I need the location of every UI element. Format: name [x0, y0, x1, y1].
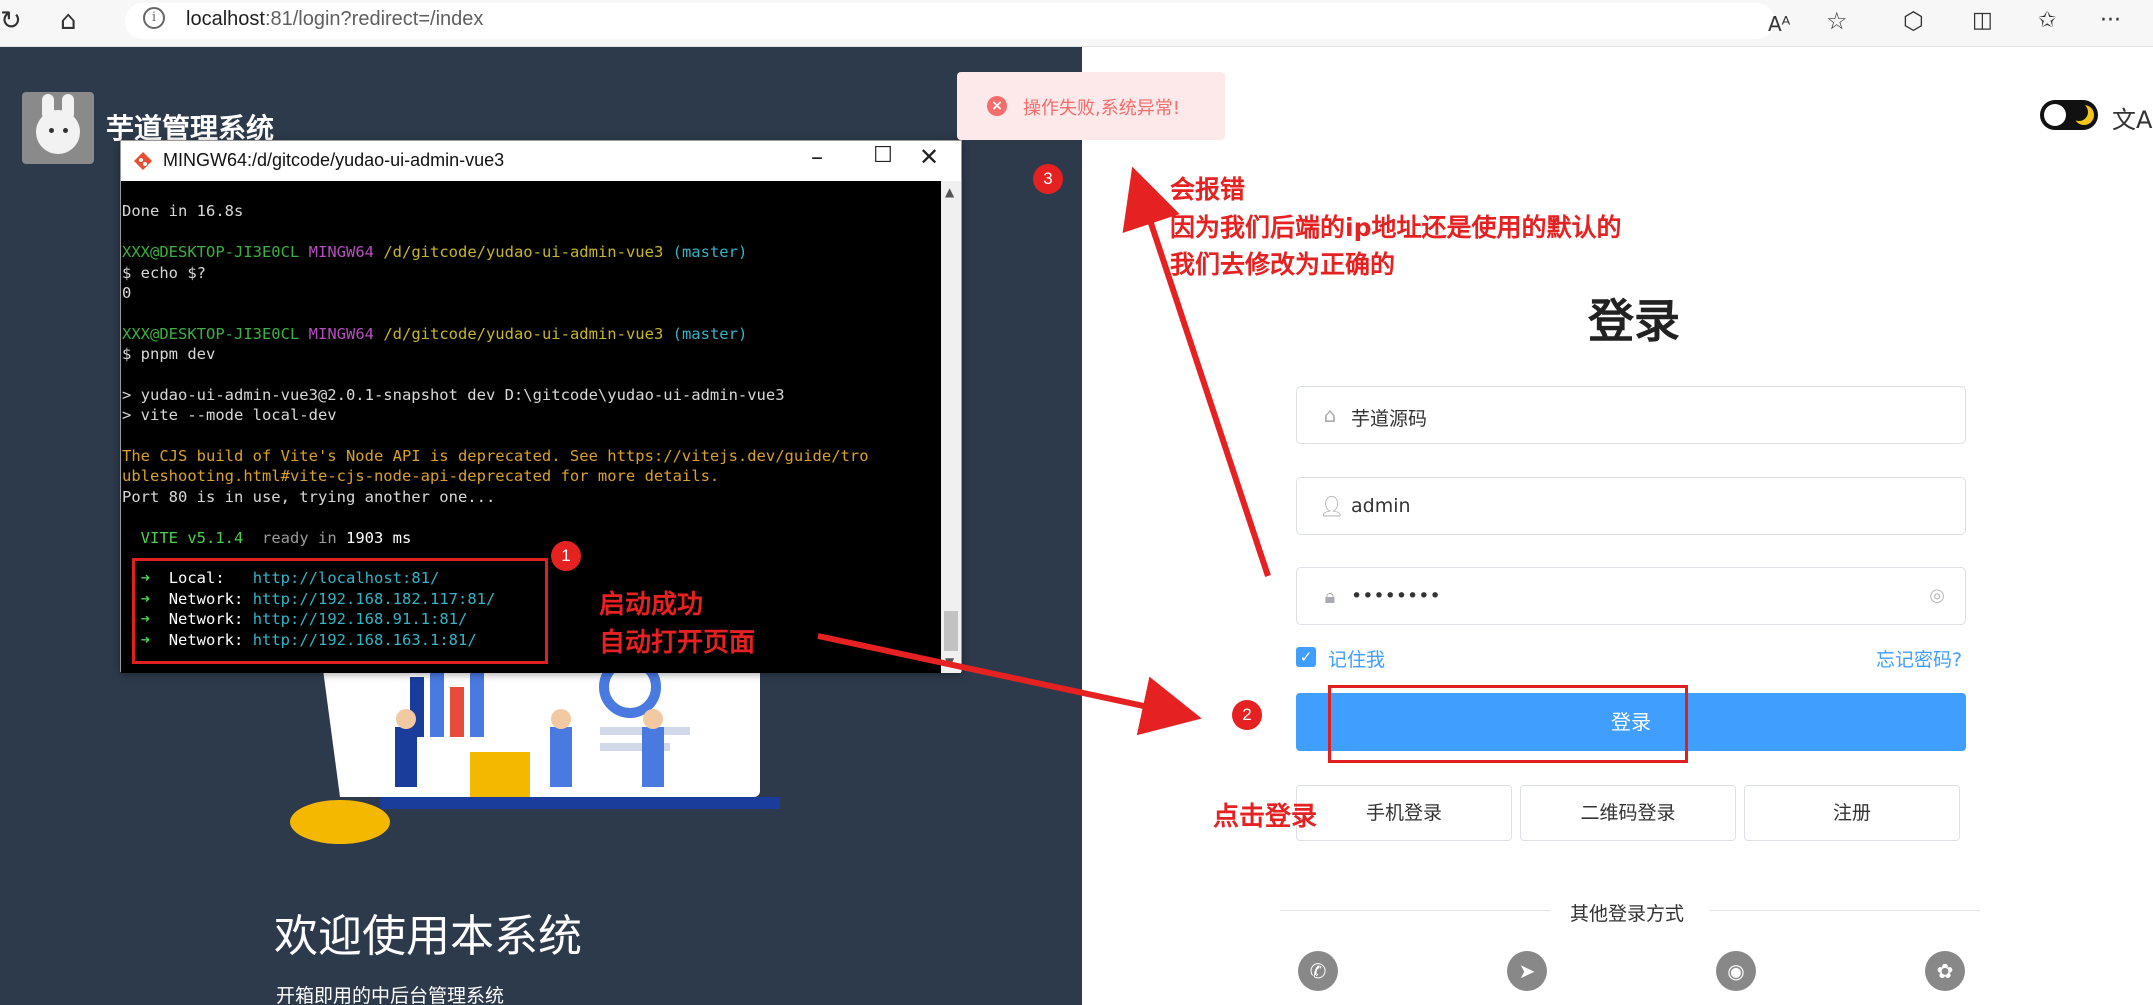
browser-toolbar: ↻ ⌂ i localhost:81/login?redirect=/index… — [0, 0, 2153, 47]
favorite-star-icon[interactable]: ☆ — [1826, 6, 1848, 36]
qr-login-button[interactable]: 二维码登录 — [1520, 785, 1736, 841]
dingtalk-icon[interactable]: ➤ — [1507, 951, 1547, 991]
register-button[interactable]: 注册 — [1744, 785, 1960, 841]
github-icon[interactable]: ◉ — [1716, 951, 1756, 991]
scroll-up-icon[interactable]: ▲ — [945, 185, 954, 199]
translate-icon[interactable]: 文A — [2112, 100, 2152, 135]
extensions-icon[interactable]: ⬡ — [1903, 6, 1924, 36]
terminal-line: 0 — [122, 283, 132, 302]
other-login-label: 其他登录方式 — [1570, 903, 1685, 925]
scrollbar-thumb[interactable] — [944, 611, 958, 651]
annotation-badge-1: 1 — [551, 541, 581, 571]
divider-right — [1710, 910, 1980, 911]
terminal-warning: The CJS build of Vite's Node API is depr… — [122, 447, 869, 466]
error-toast: × 操作失败,系统异常! — [957, 72, 1225, 140]
terminal-line: $ echo $? — [122, 263, 206, 282]
terminal-titlebar[interactable]: MINGW64:/d/gitcode/yudao-ui-admin-vue3 –… — [121, 141, 961, 181]
toast-message: 操作失败,系统异常! — [1023, 98, 1180, 119]
split-screen-icon[interactable]: ◫ — [1972, 6, 1993, 36]
user-icon: 👤︎ — [1319, 494, 1345, 518]
username-input[interactable]: 👤︎ admin — [1296, 477, 1966, 535]
annotation-startup-1: 启动成功 — [599, 590, 704, 620]
tenant-input[interactable]: ⌂ 芋道源码 — [1296, 386, 1966, 444]
vite-ready-line: VITE v5.1.4 ready in 1903 ms — [140, 528, 412, 547]
terminal-scrollbar[interactable]: ▲ ▼ — [941, 181, 961, 673]
terminal-title: MINGW64:/d/gitcode/yudao-ui-admin-vue3 — [163, 150, 505, 170]
eye-hidden-icon[interactable]: ◎ — [1929, 585, 1945, 606]
terminal-prompt: XXX@DESKTOP-JI3E0CL MINGW64 /d/gitcode/y… — [122, 324, 748, 343]
reload-icon[interactable]: ↻ — [0, 6, 22, 36]
annotation-badge-2: 2 — [1232, 700, 1262, 730]
minimize-icon[interactable]: – — [797, 143, 837, 171]
checkbox-checked-icon[interactable]: ✓ — [1296, 647, 1316, 667]
url-text[interactable]: localhost:81/login?redirect=/index — [186, 8, 483, 31]
annotation-box-login — [1328, 685, 1688, 763]
annotation-click-login: 点击登录 — [1213, 802, 1318, 832]
more-icon[interactable]: ··· — [2100, 6, 2121, 36]
logo-avatar — [22, 92, 94, 164]
home-icon[interactable]: ⌂ — [60, 6, 77, 36]
terminal-prompt: XXX@DESKTOP-JI3E0CL MINGW64 /d/gitcode/y… — [122, 243, 748, 262]
terminal-line: > vite --mode local-dev — [122, 406, 337, 425]
site-info-icon[interactable]: i — [143, 7, 165, 29]
wechat-icon[interactable]: ✆ — [1298, 951, 1338, 991]
annotation-badge-3: 3 — [1033, 164, 1063, 194]
lock-icon: 🔒︎ — [1324, 584, 1336, 608]
welcome-subtitle: 开箱即用的中后台管理系统 — [276, 985, 505, 1005]
terminal-line: > yudao-ui-admin-vue3@2.0.1-snapshot dev… — [122, 385, 785, 404]
terminal-warning: ubleshooting.html#vite-cjs-node-api-depr… — [122, 467, 720, 486]
annotation-error-3: 我们去修改为正确的 — [1170, 250, 1396, 279]
annotation-startup-2: 自动打开页面 — [599, 628, 756, 658]
login-title: 登录 — [1588, 294, 1680, 348]
annotation-error-1: 会报错 — [1170, 175, 1246, 204]
divider-left — [1280, 910, 1550, 911]
enterprise-wechat-icon[interactable]: ✿ — [1925, 951, 1965, 991]
close-icon[interactable]: ✕ — [909, 143, 949, 171]
maximize-icon[interactable]: ☐ — [863, 143, 903, 168]
error-circle-icon: × — [987, 96, 1007, 116]
favorites-list-icon[interactable]: ✩ — [2038, 6, 2056, 36]
annotation-box-urls — [132, 558, 548, 664]
welcome-heading: 欢迎使用本系统 — [274, 911, 582, 962]
terminal-line: $ pnpm dev — [122, 345, 216, 364]
phone-login-button[interactable]: 手机登录 — [1296, 785, 1512, 841]
read-aloud-icon[interactable]: Aᴬ — [1768, 9, 1790, 39]
annotation-error-2: 因为我们后端的ip地址还是使用的默认的 — [1170, 213, 1622, 242]
git-bash-icon — [134, 152, 152, 170]
house-icon: ⌂ — [1323, 403, 1337, 427]
login-illustration — [290, 647, 780, 844]
theme-toggle[interactable] — [2040, 100, 2098, 130]
password-input[interactable]: 🔒︎ •••••••• ◎ — [1296, 567, 1966, 625]
scroll-down-icon[interactable]: ▼ — [945, 655, 954, 669]
terminal-line: Port 80 is in use, trying another one... — [122, 487, 496, 506]
forgot-password-link[interactable]: 忘记密码? — [1876, 645, 1962, 672]
terminal-line: Done in 16.8s — [122, 202, 244, 221]
